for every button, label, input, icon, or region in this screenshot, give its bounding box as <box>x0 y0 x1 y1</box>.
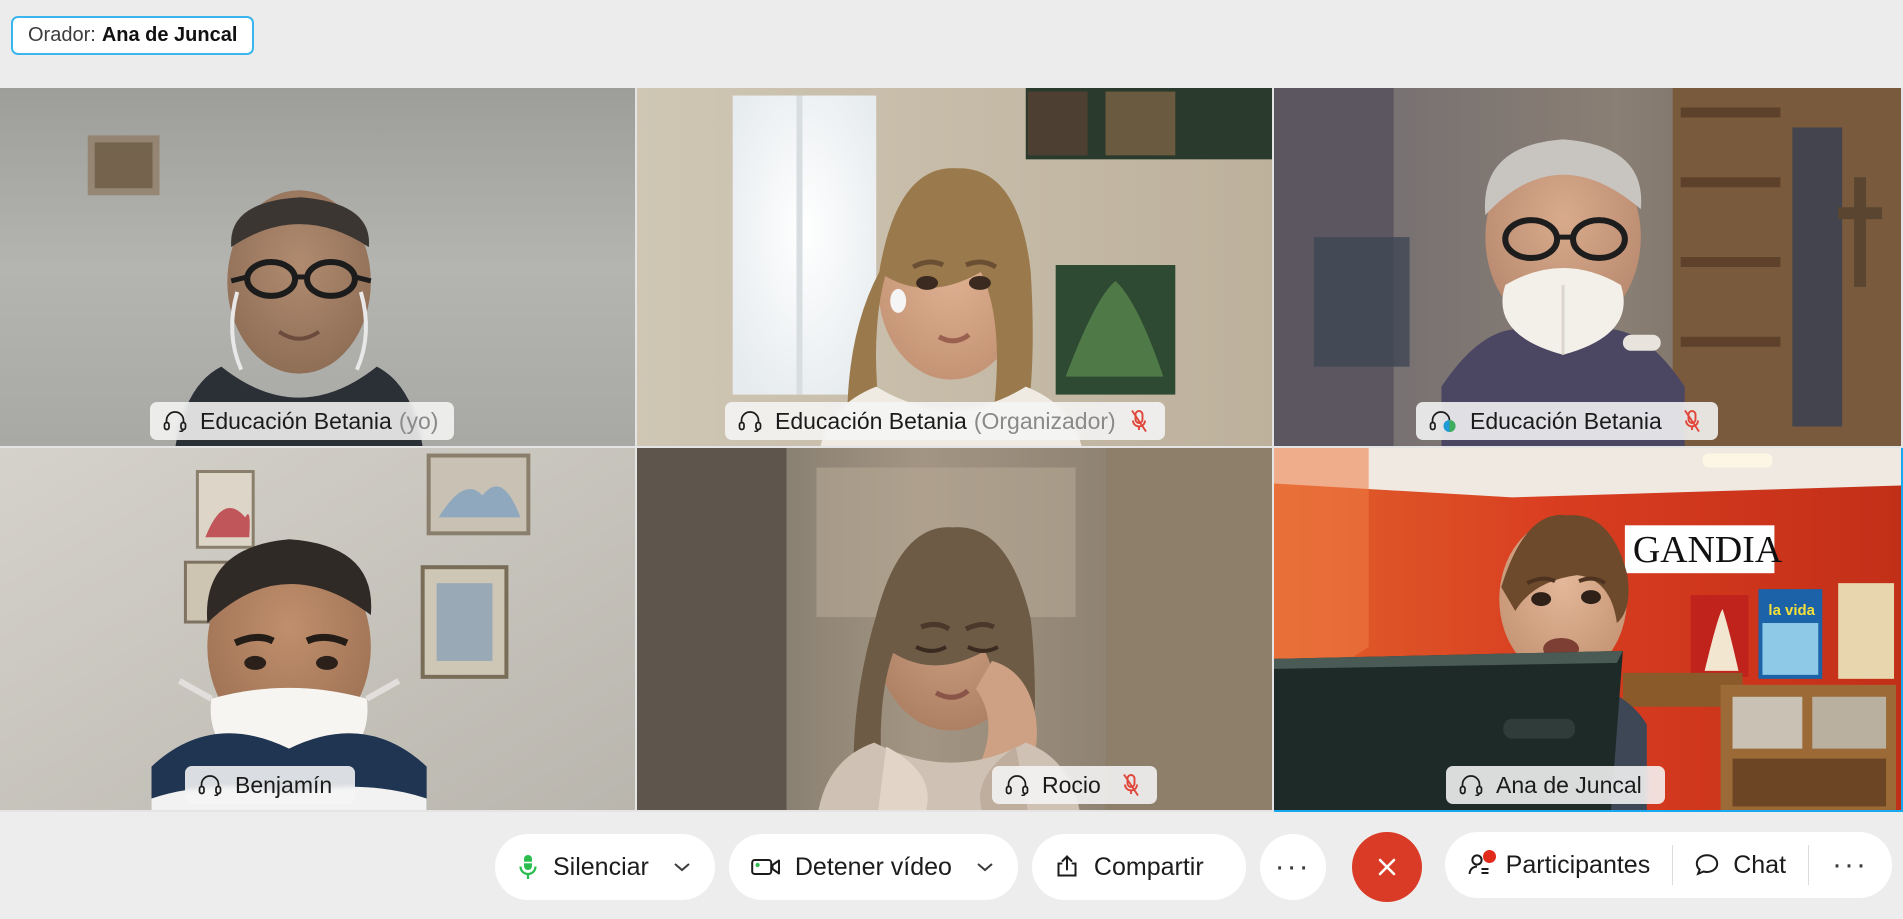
muted-microphone-icon <box>1682 409 1702 433</box>
close-icon <box>1372 852 1402 882</box>
mute-options-chevron-down-icon[interactable] <box>665 861 699 873</box>
video-tile-active-speaker[interactable]: GANDIA la vida Ana de Juncal <box>1274 448 1903 812</box>
participants-button-label: Participantes <box>1505 850 1651 879</box>
stop-video-button-label: Detener vídeo <box>794 852 952 881</box>
active-speaker-bar: Orador: Ana de Juncal <box>0 0 1903 88</box>
more-options-button[interactable]: ··· <box>1259 834 1326 900</box>
video-options-chevron-down-icon[interactable] <box>968 861 1002 873</box>
headset-status-icon <box>1429 410 1457 432</box>
svg-text:la vida: la vida <box>1768 602 1815 619</box>
chat-icon <box>1694 852 1720 878</box>
video-tile[interactable]: Educación Betania (Organizador) <box>637 88 1274 448</box>
headset-icon <box>738 410 762 432</box>
muted-microphone-icon <box>1121 773 1141 797</box>
video-tile[interactable]: Educación Betania <box>1274 88 1903 448</box>
participant-name: Educación Betania <box>1470 407 1662 434</box>
participant-name-suffix: (yo) <box>398 407 439 434</box>
participant-name-label: Rocio <box>992 766 1157 804</box>
camera-icon <box>751 856 781 878</box>
chat-button[interactable]: Chat <box>1672 832 1808 898</box>
participant-name-label: Educación Betania <box>1416 402 1718 440</box>
participant-name: Benjamín <box>235 771 333 798</box>
zoom-meeting-window: Orador: Ana de Juncal Educación Betania … <box>0 0 1903 919</box>
headset-icon <box>163 410 187 432</box>
active-speaker-pill: Orador: Ana de Juncal <box>11 16 255 55</box>
video-feed <box>1274 88 1901 446</box>
headset-icon <box>198 774 222 796</box>
ellipsis-icon: ··· <box>1832 848 1868 881</box>
participant-name: Rocio <box>1042 771 1101 798</box>
meeting-controls-toolbar: Silenciar Detener vídeo Compartir ··· Pa… <box>0 812 1903 919</box>
participants-icon <box>1467 850 1496 878</box>
participant-name: Educación Betania <box>200 407 392 434</box>
participant-name-suffix: (Organizador) <box>973 407 1116 434</box>
participant-name-label: Educación Betania (yo) <box>150 402 455 440</box>
share-screen-button[interactable]: Compartir <box>1031 834 1246 900</box>
participants-button[interactable]: Participantes <box>1445 832 1673 898</box>
chat-button-label: Chat <box>1733 850 1787 879</box>
video-tile[interactable]: Rocio <box>637 448 1274 812</box>
more-controls-button[interactable]: ··· <box>1808 832 1892 898</box>
video-tile[interactable]: Educación Betania (yo) <box>0 88 637 448</box>
active-speaker-name: Ana de Juncal <box>101 24 238 46</box>
participant-name-label: Ana de Juncal <box>1446 766 1665 804</box>
secondary-controls: Participantes Chat ··· <box>1444 832 1892 898</box>
leave-meeting-button[interactable] <box>1351 832 1422 902</box>
primary-controls: Silenciar Detener vídeo Compartir ··· <box>495 832 1422 902</box>
participant-name-label: Educación Betania (Organizador) <box>725 402 1165 440</box>
video-feed: GANDIA la vida <box>1274 448 1901 810</box>
headset-icon <box>1005 774 1029 796</box>
video-feed <box>0 448 635 810</box>
svg-text:GANDIA: GANDIA <box>1633 529 1783 571</box>
active-speaker-label: Orador: <box>28 24 96 46</box>
microphone-icon <box>517 853 539 881</box>
ellipsis-icon: ··· <box>1274 850 1311 883</box>
video-feed <box>637 448 1272 810</box>
muted-microphone-icon <box>1129 409 1149 433</box>
video-grid: Educación Betania (yo) Educación Betania… <box>0 88 1903 812</box>
video-tile[interactable]: Benjamín <box>0 448 637 812</box>
participant-name: Ana de Juncal <box>1496 771 1642 798</box>
mute-button-label: Silenciar <box>553 852 649 881</box>
mute-button[interactable]: Silenciar <box>495 834 715 900</box>
share-screen-button-label: Compartir <box>1093 852 1204 881</box>
participant-name: Educación Betania <box>775 407 967 434</box>
share-icon <box>1054 854 1080 880</box>
stop-video-button[interactable]: Detener vídeo <box>728 834 1018 900</box>
headset-icon <box>1459 774 1483 796</box>
video-feed <box>0 88 635 446</box>
participant-name-label: Benjamín <box>185 766 356 804</box>
video-feed <box>637 88 1272 446</box>
participants-notification-badge <box>1482 850 1496 863</box>
